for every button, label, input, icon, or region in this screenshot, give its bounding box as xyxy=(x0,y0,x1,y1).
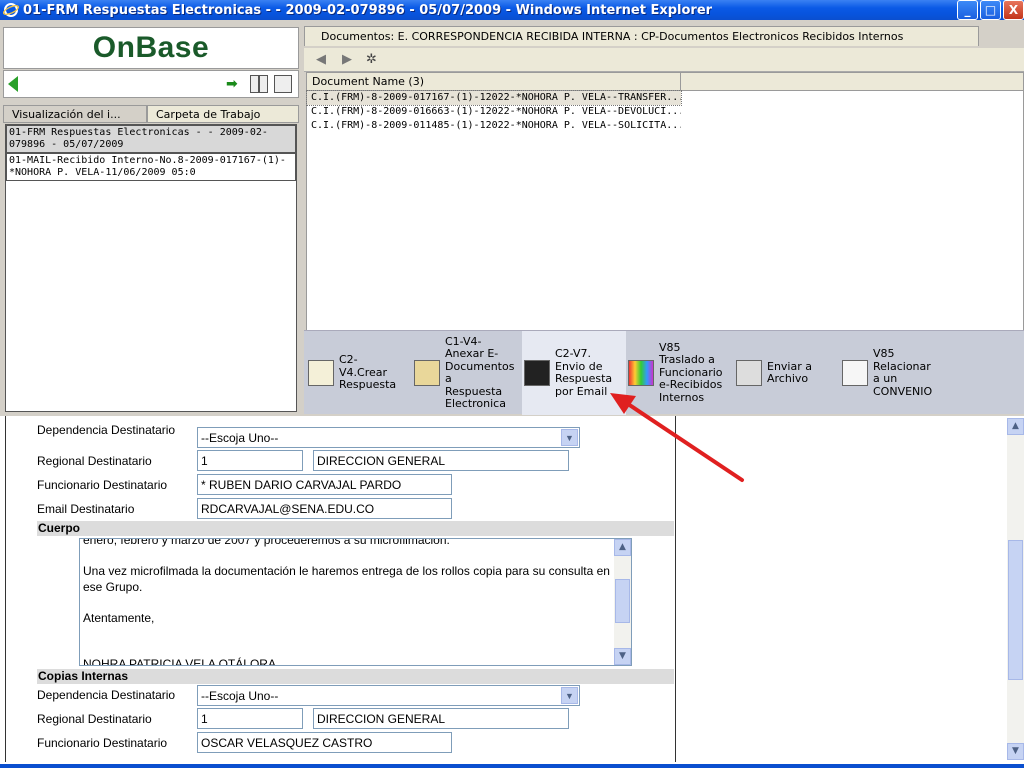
scroll-thumb[interactable] xyxy=(615,579,630,623)
dependencia-label: Dependencia Destinatario xyxy=(37,423,176,437)
body-line: enero, febrero y marzo de 2007 y procede… xyxy=(83,538,450,547)
copias-dependencia-select[interactable]: --Escoja Uno-- ▼ xyxy=(197,685,580,706)
left-tabs: Visualización del i... Carpeta de Trabaj… xyxy=(3,105,299,123)
copias-dependencia-value: --Escoja Uno-- xyxy=(201,689,279,703)
next-icon[interactable]: ▶ xyxy=(342,52,352,67)
bottom-edge xyxy=(0,764,1024,768)
copias-dependencia-label: Dependencia Destinatario xyxy=(37,688,176,702)
tab-carpeta-de-trabajo[interactable]: Carpeta de Trabajo xyxy=(147,105,299,123)
task-label: C2- V4.Crear Respuesta xyxy=(339,353,397,392)
minimize-button[interactable]: _ xyxy=(957,0,978,20)
body-line xyxy=(83,642,613,658)
left-nav-toolbar: ➡ xyxy=(3,70,299,98)
scroll-down-icon[interactable]: ▼ xyxy=(614,648,631,665)
task-enviar-archivo[interactable]: Enviar a Archivo xyxy=(736,331,812,415)
scroll-thumb[interactable] xyxy=(1008,540,1023,680)
document-grid: Document Name (3) C.I.(FRM)-8-2009-01716… xyxy=(306,72,1024,348)
documents-toolbar: ◀ ▶ ✲ xyxy=(304,48,1024,72)
scroll-up-icon[interactable]: ▲ xyxy=(1007,418,1024,435)
email-field[interactable]: RDCARVAJAL@SENA.EDU.CO xyxy=(197,498,452,519)
funcionario-field[interactable]: * RUBEN DARIO CARVAJAL PARDO xyxy=(197,474,452,495)
cuerpo-textarea[interactable]: enero, febrero y marzo de 2007 y procede… xyxy=(79,538,632,666)
grid-header: Document Name (3) xyxy=(307,73,1023,91)
copias-funcionario-label: Funcionario Destinatario xyxy=(37,736,168,750)
scroll-down-icon[interactable]: ▼ xyxy=(1007,743,1024,760)
close-button[interactable]: X xyxy=(1003,0,1024,20)
funcionario-label: Funcionario Destinatario xyxy=(37,478,168,492)
form-area: Dependencia Destinatario --Escoja Uno-- … xyxy=(0,416,1024,764)
cuerpo-text: enero, febrero y marzo de 2007 y procede… xyxy=(83,538,613,666)
maximize-button[interactable]: □ xyxy=(980,0,1001,20)
window-view-icon[interactable] xyxy=(274,75,292,93)
tab-visualizacion[interactable]: Visualización del i... xyxy=(3,105,147,123)
dependencia-value: --Escoja Uno-- xyxy=(201,431,279,445)
create-response-icon xyxy=(308,360,334,386)
copias-funcionario-field[interactable]: OSCAR VELASQUEZ CASTRO xyxy=(197,732,452,753)
workfolder-document-list: 01-FRM Respuestas Electronicas - - 2009-… xyxy=(5,124,297,412)
relate-agreement-icon xyxy=(842,360,868,386)
copias-regional-name-field[interactable]: DIRECCION GENERAL xyxy=(313,708,569,729)
previous-icon[interactable]: ◀ xyxy=(316,52,326,67)
column-header-document-name[interactable]: Document Name (3) xyxy=(307,73,681,91)
form-divider xyxy=(675,416,676,762)
regional-code-field[interactable]: 1 xyxy=(197,450,303,471)
regional-name-field[interactable]: DIRECCION GENERAL xyxy=(313,450,569,471)
list-item[interactable]: 01-FRM Respuestas Electronicas - - 2009-… xyxy=(6,125,296,153)
transfer-icon xyxy=(628,360,654,386)
logo-area: OnBase xyxy=(3,27,299,69)
table-row[interactable]: C.I.(FRM)-8-2009-011485-(1)-12022-*NOHOR… xyxy=(307,119,681,133)
scroll-up-icon[interactable]: ▲ xyxy=(614,539,631,556)
body-line: Una vez microfilmada la documentación le… xyxy=(83,564,610,594)
forward-arrows-icon[interactable]: ➡ xyxy=(226,75,244,93)
body-line xyxy=(83,626,613,642)
dependencia-select[interactable]: --Escoja Uno-- ▼ xyxy=(197,427,580,448)
list-item[interactable]: 01-MAIL-Recibido Interno-No.8-2009-01716… xyxy=(6,153,296,181)
attach-documents-icon xyxy=(414,360,440,386)
tab-documentos[interactable]: Documentos: E. CORRESPONDENCIA RECIBIDA … xyxy=(304,26,979,46)
settings-gear-icon[interactable]: ✲ xyxy=(366,52,377,67)
split-view-icon[interactable] xyxy=(250,75,268,93)
task-label: Enviar a Archivo xyxy=(767,359,812,385)
left-pane: OnBase ➡ Visualización del i... Carpeta … xyxy=(0,20,302,415)
body-line: NOHRA PATRICIA VELA OTÁLORA xyxy=(83,657,276,666)
back-arrow-icon[interactable] xyxy=(8,76,18,92)
internet-explorer-icon xyxy=(3,3,19,17)
window-titlebar: 01-FRM Respuestas Electronicas - - 2009-… xyxy=(0,0,1024,20)
window-controls: _ □ X xyxy=(957,0,1024,20)
task-anexar-documentos[interactable]: C1-V4- Anexar E- Documentos a Respuesta … xyxy=(414,331,514,415)
task-label: C2-V7. Envio de Respuesta por Email xyxy=(555,347,613,398)
task-label: C1-V4- Anexar E- Documentos a Respuesta … xyxy=(445,334,515,410)
table-row[interactable]: C.I.(FRM)-8-2009-016663-(1)-12022-*NOHOR… xyxy=(307,105,681,119)
send-email-icon xyxy=(524,360,550,386)
onbase-logo: OnBase xyxy=(92,31,210,64)
chevron-down-icon[interactable]: ▼ xyxy=(561,429,578,446)
cuerpo-section-header: Cuerpo xyxy=(37,521,674,536)
chevron-down-icon[interactable]: ▼ xyxy=(561,687,578,704)
body-line xyxy=(83,595,613,611)
task-label: V85 Traslado a Funcionario e-Recibidos I… xyxy=(659,340,723,404)
task-label: V85 Relacionar a un CONVENIO xyxy=(873,347,933,398)
copias-section-header: Copias Internas xyxy=(37,669,674,684)
textarea-scrollbar[interactable]: ▲ ▼ xyxy=(614,539,631,665)
task-traslado-funcionario[interactable]: V85 Traslado a Funcionario e-Recibidos I… xyxy=(628,331,723,415)
body-line: Atentamente, xyxy=(83,610,155,625)
task-crear-respuesta[interactable]: C2- V4.Crear Respuesta xyxy=(308,331,396,415)
archive-icon xyxy=(736,360,762,386)
task-button-bar: C2- V4.Crear Respuesta C1-V4- Anexar E- … xyxy=(304,330,1024,415)
copias-regional-label: Regional Destinatario xyxy=(37,712,152,726)
task-relacionar-convenio[interactable]: V85 Relacionar a un CONVENIO xyxy=(842,331,932,415)
regional-label: Regional Destinatario xyxy=(37,454,152,468)
body-line xyxy=(83,549,613,565)
table-row[interactable]: C.I.(FRM)-8-2009-017167-(1)-12022-*NOHOR… xyxy=(306,90,682,106)
page-scrollbar[interactable]: ▲ ▼ xyxy=(1007,418,1024,760)
window-title: 01-FRM Respuestas Electronicas - - 2009-… xyxy=(23,2,713,18)
copias-regional-code-field[interactable]: 1 xyxy=(197,708,303,729)
task-envio-respuesta-email[interactable]: C2-V7. Envio de Respuesta por Email xyxy=(522,331,626,415)
email-label: Email Destinatario xyxy=(37,502,135,516)
